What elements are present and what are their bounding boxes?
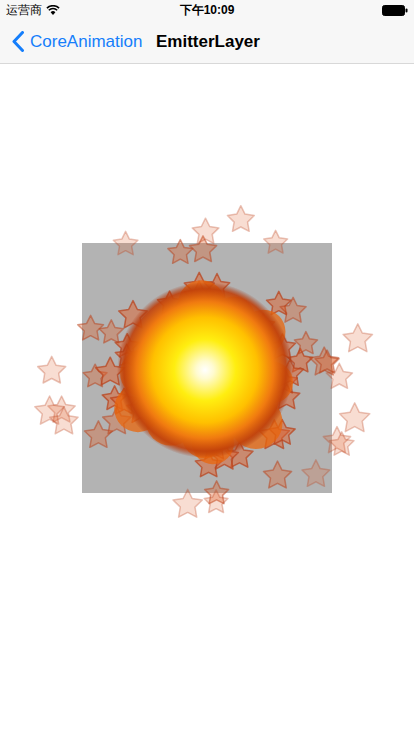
time-label: 下午10:09 [180, 4, 235, 16]
emitter-container [82, 243, 332, 493]
back-button[interactable]: CoreAnimation [0, 29, 142, 55]
screen: 运营商 下午10:09 CoreAnimation EmitterLayer [0, 0, 414, 736]
back-label[interactable]: CoreAnimation [30, 29, 142, 55]
chevron-left-icon [12, 31, 24, 52]
carrier-label: 运营商 [6, 4, 42, 16]
nav-title: EmitterLayer [156, 29, 260, 55]
emitter-particles [27, 188, 387, 548]
battery-icon [382, 5, 408, 16]
content [0, 64, 414, 736]
nav-bar: CoreAnimation EmitterLayer [0, 20, 414, 64]
status-bar: 运营商 下午10:09 [0, 0, 414, 20]
wifi-icon [46, 5, 60, 15]
